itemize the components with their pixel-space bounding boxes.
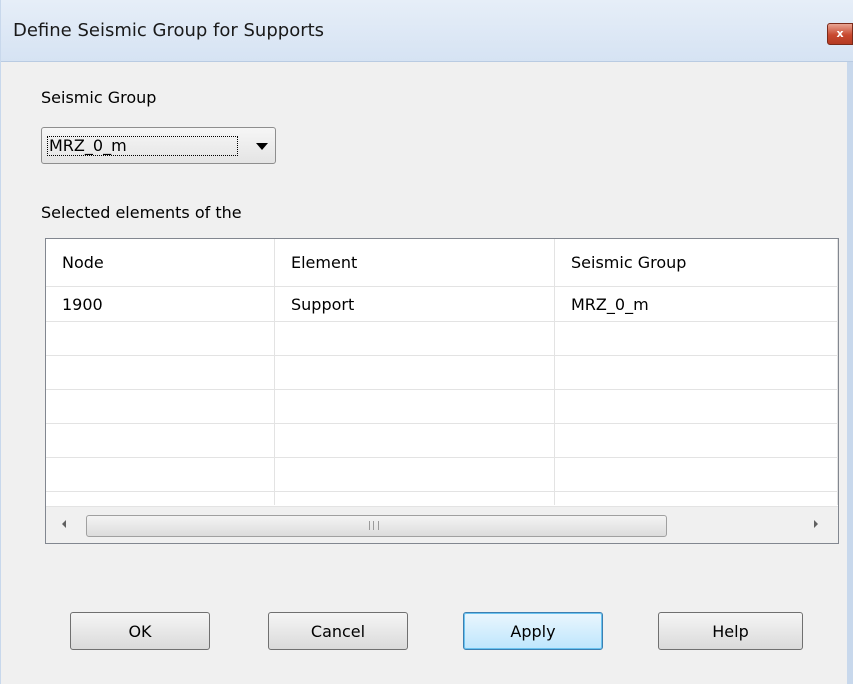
header-seismic-group[interactable]: Seismic Group [555, 239, 838, 287]
row-divider [46, 389, 838, 390]
header-node[interactable]: Node [46, 239, 275, 287]
dialog-window: Define Seismic Group for Supports x Seis… [0, 0, 853, 684]
horizontal-scrollbar[interactable] [46, 506, 838, 543]
seismic-group-selected-value: MRZ_0_m [47, 136, 238, 156]
close-button[interactable]: x [827, 23, 853, 45]
row-divider [46, 457, 838, 458]
header-element[interactable]: Element [275, 239, 555, 287]
ok-button[interactable]: OK [70, 612, 210, 650]
row-divider [46, 491, 838, 492]
cell-element: Support [291, 295, 355, 314]
close-icon: x [836, 27, 844, 40]
title-bar[interactable]: Define Seismic Group for Supports x [1, 0, 853, 62]
scroll-right-icon[interactable] [814, 520, 818, 528]
window-frame-right [847, 62, 853, 684]
cell-seismic-group: MRZ_0_m [571, 295, 649, 314]
help-button[interactable]: Help [658, 612, 803, 650]
selected-elements-label: Selected elements of the [41, 203, 242, 222]
window-title: Define Seismic Group for Supports [13, 20, 325, 41]
seismic-group-label: Seismic Group [41, 88, 157, 107]
scrollbar-thumb[interactable] [86, 515, 667, 537]
row-divider [46, 423, 838, 424]
apply-button[interactable]: Apply [463, 612, 603, 650]
seismic-group-dropdown[interactable]: MRZ_0_m [41, 127, 276, 164]
cell-node: 1900 [62, 295, 103, 314]
chevron-down-icon [256, 143, 268, 150]
grip-icon [369, 521, 379, 530]
scroll-left-icon[interactable] [62, 520, 66, 528]
row-divider [46, 321, 838, 322]
cancel-button[interactable]: Cancel [268, 612, 408, 650]
elements-table[interactable]: Node Element Seismic Group 1900 Support … [45, 238, 839, 544]
row-divider [46, 355, 838, 356]
